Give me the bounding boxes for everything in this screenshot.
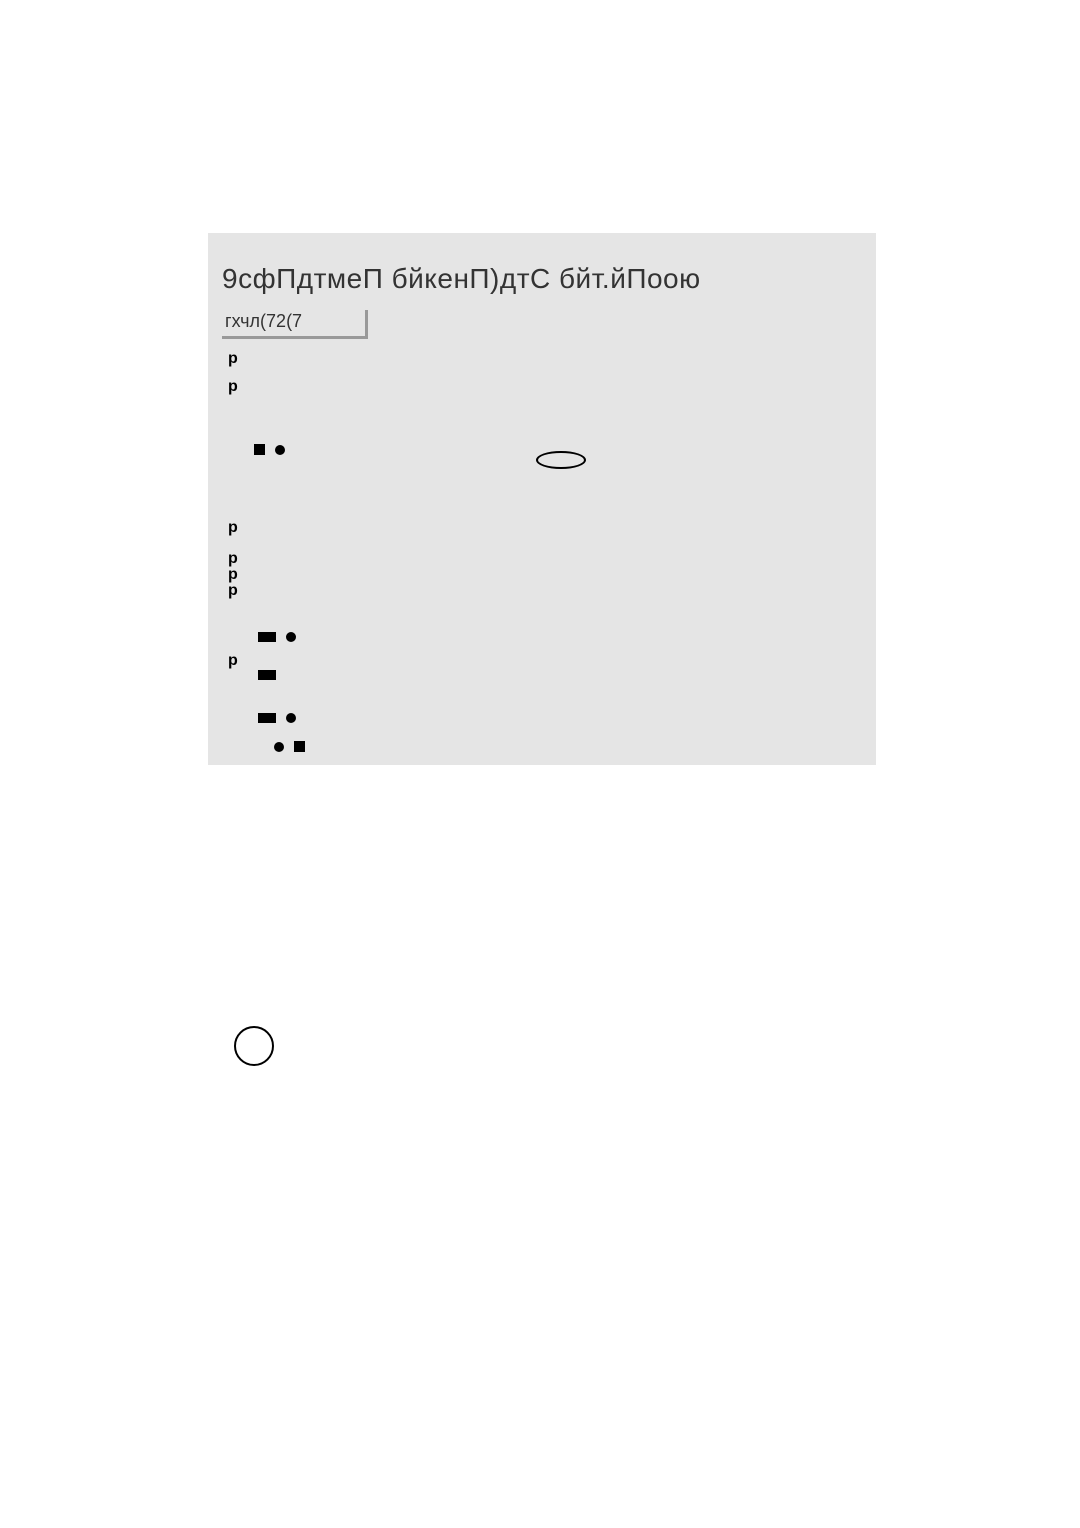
bullet-p: p — [228, 582, 238, 600]
dot-icon — [286, 632, 296, 642]
content-box: 9сфПдтмеП бйкенП)дтС бйт.йПоою гхчл(72(7… — [208, 233, 876, 765]
circle-icon — [234, 1026, 274, 1066]
dot-icon — [275, 445, 285, 455]
marker-square-dot — [254, 444, 285, 455]
square-icon — [294, 741, 305, 752]
title-text: 9сфПдтмеП бйкенП)дтС бйт.йПоою — [222, 263, 701, 295]
marker-square — [258, 670, 276, 680]
square-icon — [258, 632, 276, 642]
bullet-p: p — [228, 519, 238, 537]
marker-dot-square — [274, 741, 305, 752]
square-icon — [258, 670, 276, 680]
ellipse-icon — [536, 451, 586, 469]
bullet-p: p — [228, 652, 238, 670]
bullet-p: p — [228, 350, 238, 368]
square-icon — [254, 444, 265, 455]
dot-icon — [274, 742, 284, 752]
marker-square-dot — [258, 632, 296, 642]
bullet-p: p — [228, 378, 238, 396]
marker-square-dot — [258, 713, 296, 723]
tab-label: гхчл(72(7 — [219, 307, 365, 336]
square-icon — [258, 713, 276, 723]
dot-icon — [286, 713, 296, 723]
